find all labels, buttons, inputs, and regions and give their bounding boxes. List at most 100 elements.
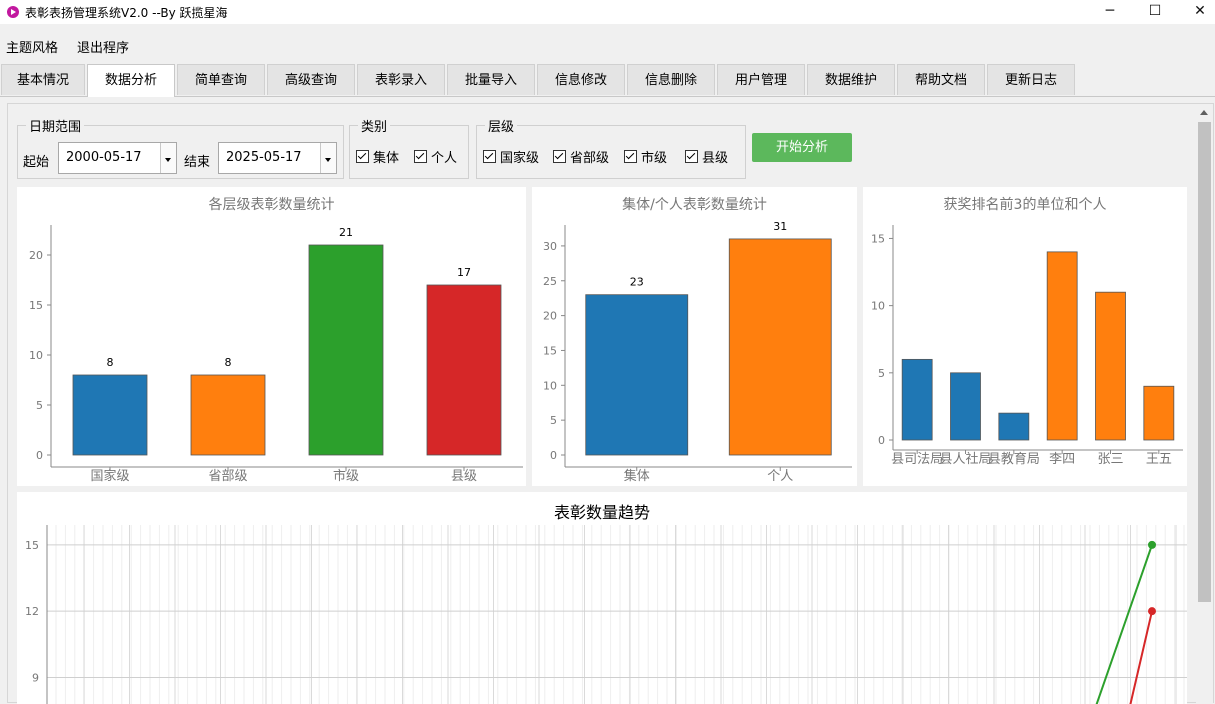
analysis-panel: 日期范围 起始 2000-05-17 结束 2025-05-17 类别 集体 个… [7,103,1214,704]
bar [728,238,832,456]
level-group: 层级 国家级 省部级 市级 县级 [476,116,746,179]
bar [1143,385,1175,441]
y-tick-label: 5 [36,399,43,412]
checkbox-checked-icon [356,150,369,163]
x-tick-label: 省部级 [208,469,247,484]
tab-simple-query[interactable]: 简单查询 [177,64,265,95]
trend-series-line [1129,610,1153,704]
checkbox-checked-icon [685,150,698,163]
tab-data-analysis[interactable]: 数据分析 [87,64,175,97]
end-date-dropdown-icon[interactable] [320,143,336,173]
tab-award-entry[interactable]: 表彰录入 [357,64,445,95]
y-tick-label: 10 [871,300,885,313]
bar [1046,251,1078,441]
chart-card-type: 集体/个人表彰数量统计 0 5 10 15 20 25 30 集体 23 个人 31 [532,187,857,486]
scrollbar-thumb[interactable] [1198,122,1211,602]
data-label: 8 [225,356,232,369]
bar [72,374,148,456]
y-tick-label: 15 [543,344,557,357]
chart-card-level: 各层级表彰数量统计 0 5 10 15 20 国家级 8 省部级 8 市级 21 县级 17 [17,187,526,486]
level-bar-chart: 0 5 10 15 20 国家级 8 省部级 8 市级 21 县级 17 [29,225,523,484]
tab-changelog[interactable]: 更新日志 [987,64,1075,95]
app-icon [7,6,19,18]
y-tick-label: 25 [543,275,557,288]
end-date-picker[interactable]: 2025-05-17 [218,142,337,174]
bar [308,244,384,456]
y-tick-label: 5 [878,367,885,380]
trend-point [1148,540,1156,549]
menu-theme[interactable]: 主题风格 [6,37,58,56]
minimize-button[interactable]: ─ [1087,0,1133,24]
x-tick-label: 县司法局 [891,452,943,467]
x-tick-label: 国家级 [90,468,129,484]
date-range-title: 日期范围 [26,116,85,135]
trend-point [1148,607,1156,616]
title-bar: 表彰表扬管理系统V2.0 --By 跃揽星海 ─ ☐ ✕ [0,0,1215,24]
tab-advanced-query[interactable]: 高级查询 [267,64,355,95]
y-tick-label: 15 [29,299,43,312]
y-tick-label: 9 [32,671,39,684]
y-tick-label: 0 [550,449,557,462]
close-button[interactable]: ✕ [1177,0,1215,24]
tab-bar: 基本情况 数据分析 简单查询 高级查询 表彰录入 批量导入 信息修改 信息删除 … [0,64,1215,97]
data-label: 31 [773,220,787,233]
start-date-dropdown-icon[interactable] [160,143,176,173]
checkbox-checked-icon [414,150,427,163]
y-tick-label: 20 [29,249,43,262]
y-tick-label: 15 [871,232,885,245]
checkbox-county[interactable]: 县级 [685,150,728,168]
y-tick-label: 0 [878,434,885,447]
checkbox-national[interactable]: 国家级 [483,150,539,168]
ranking-bar-chart: 0 5 10 15 县司法局县人社局县教育局 李四 张三 王五 [871,225,1183,467]
checkbox-checked-icon [483,150,496,163]
vertical-scrollbar[interactable] [1196,104,1213,703]
end-label: 结束 [184,155,211,170]
checkbox-checked-icon [553,150,566,163]
checkbox-municipal[interactable]: 市级 [624,150,667,168]
y-tick-label: 10 [543,379,557,392]
menu-exit[interactable]: 退出程序 [77,37,129,56]
window-title: 表彰表扬管理系统V2.0 --By 跃揽星海 [25,6,228,20]
start-label: 起始 [23,155,50,170]
tab-user-management[interactable]: 用户管理 [717,64,805,95]
x-tick-label: 县人社局 [939,451,991,467]
tab-data-maintenance[interactable]: 数据维护 [807,64,895,95]
x-tick-label: 市级 [333,468,359,484]
y-tick-label: 30 [543,240,557,253]
tab-basic-info[interactable]: 基本情况 [1,64,85,95]
y-tick-label: 15 [25,539,39,552]
tab-info-delete[interactable]: 信息删除 [627,64,715,95]
scroll-up-icon[interactable] [1200,110,1208,115]
tab-batch-import[interactable]: 批量导入 [447,64,535,95]
tab-help-docs[interactable]: 帮助文档 [897,64,985,95]
x-tick-label: 张三 [1097,452,1123,467]
x-tick-label: 个人 [767,469,793,484]
bar [998,412,1030,441]
data-label: 23 [630,276,644,289]
data-label: 21 [339,226,353,239]
checkbox-collective[interactable]: 集体 [356,150,399,168]
checkbox-checked-icon [624,150,637,163]
data-label: 17 [457,266,471,279]
x-tick-label: 李四 [1049,452,1075,467]
chart-card-ranking: 获奖排名前3的单位和个人 0 5 10 15 县司法局 县人社局 县教育局 李四 张三 王五 [863,187,1187,486]
category-group: 类别 集体 个人 [349,116,469,179]
start-date-picker[interactable]: 2000-05-17 [58,142,177,174]
start-analysis-button[interactable]: 开始分析 [752,133,852,162]
bar [190,374,266,456]
type-bar-chart: 0 5 10 15 20 25 30 集体 23 个人 31 [543,220,852,484]
chart-card-trend: 表彰数量趋势 9 12 15 [17,492,1187,704]
trend-line-chart: 9 12 15 [25,525,1187,704]
tab-info-modify[interactable]: 信息修改 [537,64,625,95]
y-tick-label: 10 [29,349,43,362]
maximize-button[interactable]: ☐ [1132,0,1178,24]
y-tick-label: 0 [36,449,43,462]
bar [1095,291,1126,441]
checkbox-provincial[interactable]: 省部级 [553,150,609,168]
trend-series-line [1095,544,1153,704]
end-date-value: 2025-05-17 [226,150,302,165]
x-tick-label: 集体 [624,468,650,484]
checkbox-individual[interactable]: 个人 [414,150,457,168]
menu-bar: 主题风格 退出程序 [0,34,1215,56]
y-tick-label: 20 [543,310,557,323]
